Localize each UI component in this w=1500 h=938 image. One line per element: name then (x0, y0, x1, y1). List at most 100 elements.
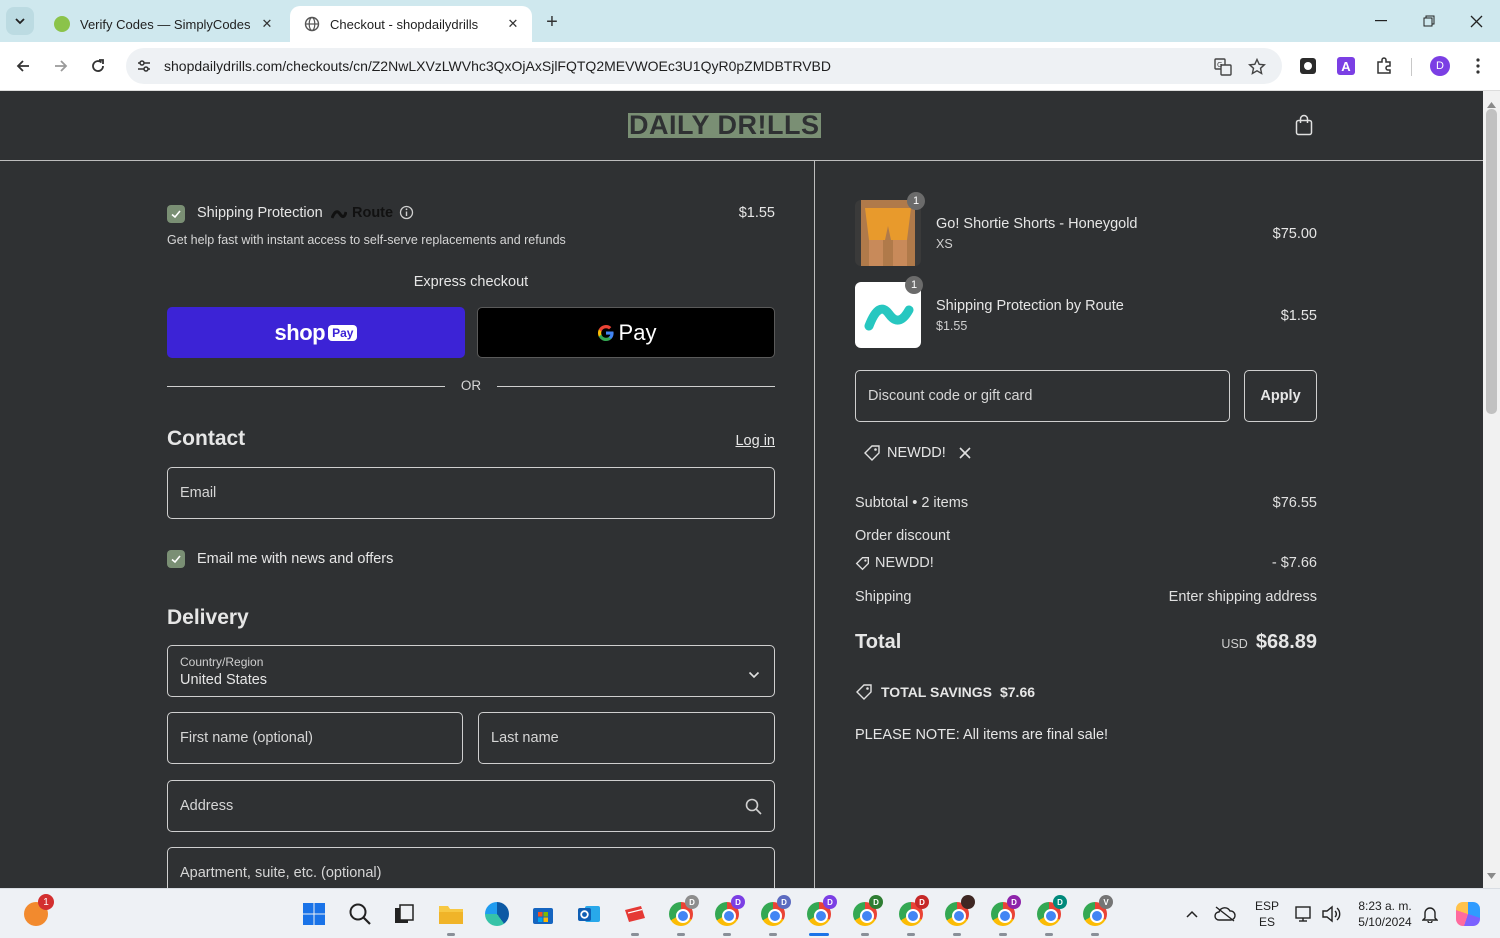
microsoft-store-icon[interactable] (529, 900, 557, 928)
close-tab-icon[interactable]: ✕ (258, 15, 276, 33)
tab-checkout[interactable]: Checkout - shopdailydrills ✕ (290, 6, 532, 42)
onedrive-offline-icon[interactable] (1212, 900, 1238, 928)
show-hidden-icons-chevron-up-icon[interactable] (1180, 900, 1204, 928)
remove-discount-icon[interactable] (958, 446, 972, 460)
info-icon[interactable] (399, 205, 414, 220)
widgets-weather-icon[interactable]: 1 (22, 894, 54, 928)
total-amount: USD $68.89 (1221, 631, 1317, 654)
order-discount-row: Order discount (855, 528, 1317, 544)
page-scrollbar[interactable] (1483, 91, 1500, 888)
close-window-icon[interactable] (1461, 8, 1491, 34)
profile-avatar[interactable]: D (1428, 54, 1452, 78)
kebab-menu-icon[interactable] (1466, 54, 1490, 78)
last-name-placeholder: Last name (491, 730, 559, 746)
google-pay-button[interactable]: Pay (477, 307, 775, 358)
reload-icon[interactable] (84, 52, 112, 80)
site-header: DAILY DR!LLS (0, 91, 1483, 161)
country-select[interactable]: Country/Region United States (167, 645, 775, 697)
item-variant: $1.55 (936, 319, 968, 333)
address-bar[interactable]: shopdailydrills.com/checkouts/cn/Z2NwLXV… (126, 48, 1282, 84)
checkmark-icon (171, 555, 181, 564)
language-indicator[interactable]: ESP ES (1250, 898, 1284, 930)
chrome-profile-icon[interactable]: V (1081, 895, 1113, 936)
task-view-icon[interactable] (390, 900, 418, 928)
shopping-bag-icon[interactable] (1292, 113, 1316, 137)
total-currency: USD (1221, 637, 1248, 651)
extension-shield-icon[interactable] (1296, 54, 1320, 78)
apply-button[interactable]: Apply (1244, 370, 1317, 422)
volume-icon[interactable] (1318, 900, 1344, 928)
shipping-label: Shipping (855, 589, 912, 605)
restore-window-icon[interactable] (1414, 8, 1444, 34)
notification-bell-icon[interactable] (1418, 900, 1442, 928)
item-variant: XS (936, 237, 953, 251)
running-indicator (999, 933, 1007, 936)
copilot-icon[interactable] (1454, 900, 1482, 928)
route-logo-icon (330, 207, 348, 219)
shipping-row: Shipping Enter shipping address (855, 589, 1317, 605)
search-icon[interactable] (745, 798, 762, 820)
scrollbar-thumb[interactable] (1486, 109, 1497, 414)
total-label: Total (855, 631, 902, 653)
outlook-icon[interactable] (575, 900, 603, 928)
new-tab-button[interactable]: + (540, 10, 564, 34)
tab-search-button[interactable] (6, 7, 34, 35)
close-tab-icon[interactable]: ✕ (504, 15, 522, 33)
translate-icon[interactable]: G (1212, 56, 1234, 78)
subtotal-value: $76.55 (1272, 495, 1317, 511)
chrome-profile-icon[interactable]: D (989, 895, 1021, 936)
forward-arrow-icon[interactable] (47, 52, 75, 80)
chrome-profile-icon[interactable]: D (759, 895, 791, 936)
site-info-icon[interactable] (134, 56, 154, 76)
chrome-profile-icon[interactable]: D (897, 895, 929, 936)
store-logo[interactable]: DAILY DR!LLS (628, 112, 821, 139)
red-app-icon[interactable] (621, 900, 649, 936)
globe-icon (304, 16, 320, 32)
chrome-profile-icon-active[interactable]: D (805, 895, 837, 936)
chrome-profile-icon[interactable]: D (667, 895, 699, 936)
quantity-badge: 1 (907, 192, 925, 210)
chrome-profile-icon[interactable]: D (713, 895, 745, 936)
total-savings-value: $7.66 (999, 684, 1036, 700)
apartment-field[interactable]: Apartment, suite, etc. (optional) (167, 847, 775, 888)
log-in-link[interactable]: Log in (735, 433, 775, 449)
tab-verify-codes[interactable]: Verify Codes — SimplyCodes ✕ (40, 6, 286, 42)
network-icon[interactable] (1292, 900, 1318, 928)
windows-start-icon[interactable] (300, 900, 328, 928)
newsletter-checkbox[interactable] (167, 550, 185, 568)
shipping-value: Enter shipping address (1168, 589, 1317, 605)
shop-pay-button[interactable]: shop Pay (167, 307, 465, 358)
email-field[interactable]: Email (167, 467, 775, 519)
running-indicator (861, 933, 869, 936)
extensions-puzzle-icon[interactable] (1372, 54, 1396, 78)
chrome-profile-icon[interactable]: D (1035, 895, 1067, 936)
discount-code-field[interactable]: Discount code or gift card (855, 370, 1230, 422)
line-item: 1 Go! Shortie Shorts - Honeygold XS $75.… (855, 192, 1317, 266)
address-field[interactable]: Address (167, 780, 775, 832)
back-arrow-icon[interactable] (9, 52, 37, 80)
edge-browser-icon[interactable] (483, 900, 511, 928)
file-explorer-icon[interactable] (437, 900, 465, 936)
chrome-profile-icon[interactable]: D (851, 895, 883, 936)
discount-code-row: NEWDD! - $7.66 (855, 555, 1317, 575)
clock-time: 8:23 a. m. (1358, 899, 1412, 913)
total-row: Total USD $68.89 (855, 631, 1317, 661)
running-indicator (1091, 933, 1099, 936)
order-discount-label: Order discount (855, 528, 951, 544)
product-image (855, 200, 921, 266)
applied-code-label: NEWDD! (887, 445, 946, 461)
bookmark-star-icon[interactable] (1246, 56, 1268, 78)
express-checkout-heading: Express checkout (413, 274, 529, 290)
scroll-down-arrow-icon[interactable] (1487, 866, 1496, 884)
shipping-protection-checkbox[interactable] (167, 205, 185, 223)
minimize-window-icon[interactable] (1366, 8, 1396, 34)
first-name-field[interactable]: First name (optional) (167, 712, 463, 764)
chrome-profile-icon[interactable] (943, 895, 975, 936)
toolbar-separator (1411, 58, 1412, 76)
newsletter-label: Email me with news and offers (197, 551, 394, 567)
discount-value: - $7.66 (1271, 555, 1317, 571)
clock[interactable]: 8:23 a. m. 5/10/2024 (1352, 898, 1418, 930)
search-icon[interactable] (346, 900, 374, 928)
last-name-field[interactable]: Last name (478, 712, 775, 764)
extension-a-icon[interactable]: A (1334, 54, 1358, 78)
